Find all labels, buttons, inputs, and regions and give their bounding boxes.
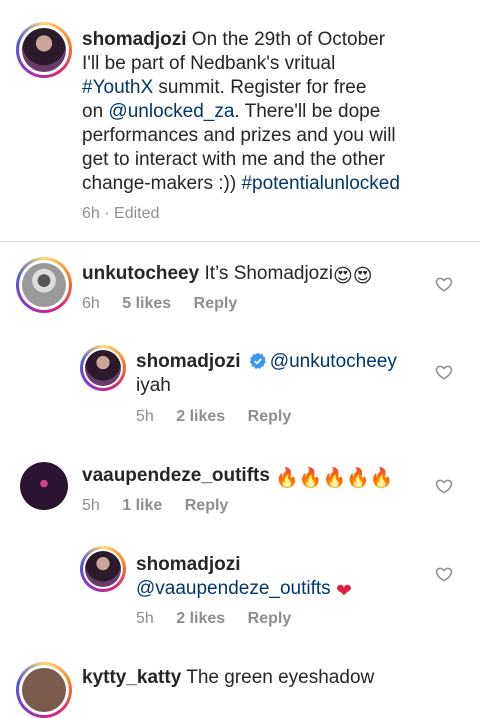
comment-meta: 6h 5 likes Reply: [82, 295, 237, 313]
comment-username[interactable]: unkutocheey: [82, 263, 199, 284]
reply-username[interactable]: shomadjozi: [136, 351, 241, 372]
hashtag-potentialunlocked[interactable]: #potentialunlocked: [241, 173, 399, 194]
reply-meta: 5h 2 likes Reply: [136, 610, 291, 628]
reply-text: shomadjozi @vaaupendeze_outifts ❤: [136, 553, 436, 604]
comment-time: 6h: [82, 295, 100, 312]
caption-edited: Edited: [114, 205, 160, 222]
reply-avatar-shomadjozi[interactable]: [80, 546, 126, 592]
mention-unlocked-za[interactable]: @unlocked_za: [108, 101, 234, 122]
reply-avatar-shomadjozi[interactable]: [80, 345, 126, 391]
caption-meta: 6h · Edited: [82, 205, 160, 222]
comment-time: 5h: [82, 497, 100, 514]
verified-badge-icon: [249, 352, 266, 369]
reply-button[interactable]: Reply: [185, 497, 229, 514]
mention-unkutocheey[interactable]: @unkutocheey: [270, 351, 397, 372]
comment-meta: 5h 1 like Reply: [82, 497, 228, 515]
caption-username[interactable]: shomadjozi: [82, 29, 187, 50]
mention-vaaupendeze[interactable]: @vaaupendeze_outifts: [136, 578, 331, 599]
reply-text: shomadjozi @unkutocheey iyah: [136, 351, 397, 396]
hashtag-youthx[interactable]: #YouthX: [82, 77, 153, 98]
fire-emoji: 🔥: [322, 468, 347, 489]
caption-divider: [0, 241, 480, 242]
reply-meta: 5h 2 likes Reply: [136, 408, 291, 426]
heart-eyes-emoji: 😍: [352, 266, 373, 287]
fire-emoji: 🔥: [298, 468, 323, 489]
comment-text: kytty_katty The green eyeshadow: [82, 667, 375, 688]
comment-avatar-kytty-katty[interactable]: [16, 662, 72, 718]
heart-outline-icon[interactable]: [435, 363, 453, 381]
reply-username[interactable]: shomadjozi: [136, 554, 241, 575]
caption-time: 6h: [82, 205, 100, 222]
reply-likes[interactable]: 2 likes: [176, 610, 225, 627]
comment-username[interactable]: vaaupendeze_outifts: [82, 465, 270, 486]
reply-time: 5h: [136, 408, 154, 425]
heart-outline-icon[interactable]: [435, 477, 453, 495]
caption-text: shomadjozi On the 29th of October I'll b…: [82, 29, 400, 194]
reply-time: 5h: [136, 610, 154, 627]
comment-likes[interactable]: 1 like: [122, 497, 162, 514]
reply-button[interactable]: Reply: [248, 610, 292, 627]
heart-eyes-emoji: 😍: [332, 266, 353, 287]
fire-emoji: 🔥: [275, 468, 299, 489]
reply-button[interactable]: Reply: [248, 408, 292, 425]
reply-button[interactable]: Reply: [194, 295, 238, 312]
comment-username[interactable]: kytty_katty: [82, 667, 181, 688]
comment-text: vaaupendeze_outifts 🔥🔥🔥🔥🔥: [82, 464, 432, 491]
comment-avatar-unkutocheey[interactable]: [16, 257, 72, 313]
heart-outline-icon[interactable]: [435, 565, 453, 583]
fire-emoji: 🔥: [369, 468, 394, 489]
comment-text: unkutocheey It’s Shomadjozi😍😍: [82, 263, 373, 287]
fire-emoji: 🔥: [346, 468, 370, 489]
red-heart-emoji: ❤: [335, 581, 352, 602]
comment-avatar-vaaupendeze[interactable]: [20, 462, 68, 510]
caption-avatar[interactable]: [16, 22, 72, 78]
heart-outline-icon[interactable]: [435, 275, 453, 293]
reply-likes[interactable]: 2 likes: [176, 408, 225, 425]
comment-likes[interactable]: 5 likes: [122, 295, 171, 312]
